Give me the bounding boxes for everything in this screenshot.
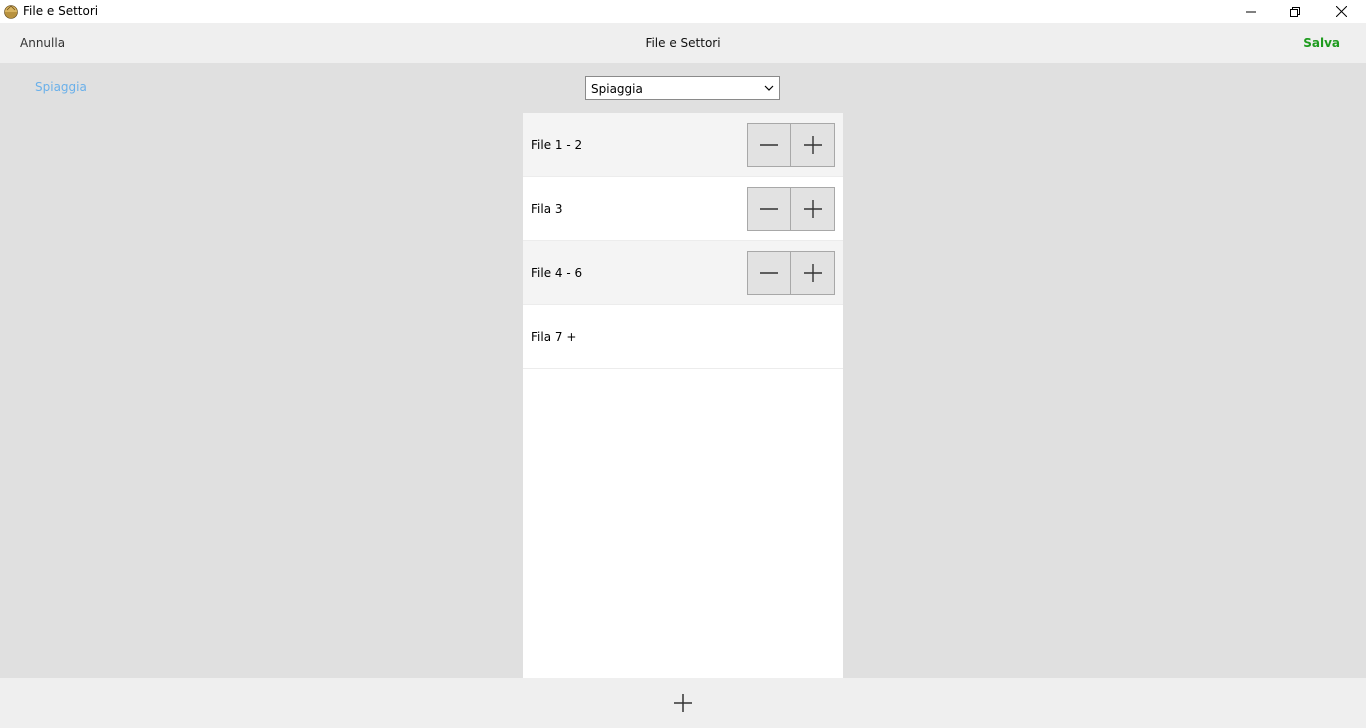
- minimize-button[interactable]: [1228, 0, 1274, 23]
- row-label: Fila 3: [531, 202, 563, 216]
- plus-icon: [803, 200, 822, 218]
- page-title: File e Settori: [645, 36, 721, 50]
- close-button[interactable]: [1318, 0, 1364, 23]
- sector-select[interactable]: Spiaggia: [585, 76, 780, 100]
- increment-button[interactable]: [791, 188, 834, 230]
- add-row-button[interactable]: [669, 689, 697, 717]
- decrement-button[interactable]: [748, 124, 792, 166]
- app-header: Annulla File e Settori Salva: [0, 23, 1366, 63]
- row-item[interactable]: Fila 3: [523, 177, 843, 241]
- row-item[interactable]: Fila 7 +: [523, 305, 843, 369]
- minus-icon: [760, 144, 778, 146]
- minus-icon: [760, 208, 778, 210]
- save-button[interactable]: Salva: [1303, 36, 1340, 50]
- row-stepper: [747, 123, 835, 167]
- minus-icon: [760, 272, 778, 274]
- row-stepper: [747, 251, 835, 295]
- sidebar-item-spiaggia[interactable]: Spiaggia: [35, 80, 87, 94]
- row-label: Fila 7 +: [531, 330, 577, 344]
- main-content: Spiaggia Spiaggia File 1 - 2 Fila 3 File…: [0, 63, 1366, 678]
- restore-icon: [1290, 6, 1300, 17]
- sector-select-value: Spiaggia: [591, 82, 643, 96]
- row-label: File 4 - 6: [531, 266, 583, 280]
- decrement-button[interactable]: [748, 252, 792, 294]
- decrement-button[interactable]: [748, 188, 792, 230]
- row-item[interactable]: File 1 - 2: [523, 113, 843, 177]
- close-icon: [1335, 6, 1347, 17]
- chevron-down-icon: [764, 85, 774, 91]
- plus-icon: [803, 264, 822, 282]
- window-title: File e Settori: [23, 4, 99, 18]
- restore-button[interactable]: [1272, 0, 1318, 23]
- plus-icon: [803, 136, 822, 154]
- row-item[interactable]: File 4 - 6: [523, 241, 843, 305]
- plus-icon: [674, 694, 692, 712]
- increment-button[interactable]: [791, 252, 834, 294]
- title-bar: File e Settori: [0, 0, 1366, 23]
- increment-button[interactable]: [791, 124, 834, 166]
- beach-umbrella-icon: [4, 5, 18, 19]
- row-stepper: [747, 187, 835, 231]
- row-label: File 1 - 2: [531, 138, 583, 152]
- minimize-icon: [1246, 11, 1256, 12]
- rows-panel: File 1 - 2 Fila 3 File 4 - 6 Fila 7 +: [523, 113, 843, 678]
- bottom-bar: [0, 678, 1366, 728]
